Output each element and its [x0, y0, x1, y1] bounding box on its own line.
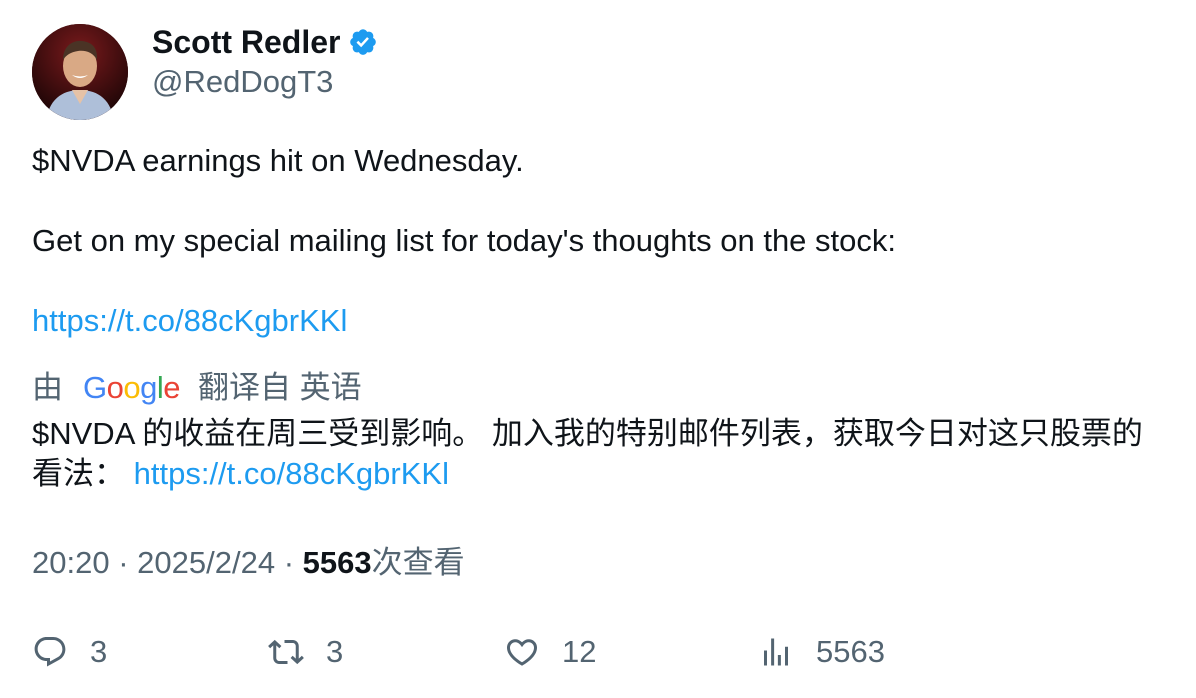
- action-bar: 3 3 12 5563: [0, 628, 1196, 678]
- verified-badge-icon: [350, 29, 377, 55]
- like-icon: [506, 639, 538, 666]
- tweet-meta: 20:20 · 2025/2/24 · 5563次查看: [32, 543, 465, 583]
- author-name[interactable]: Scott Redler: [152, 22, 378, 62]
- avatar-photo: [32, 24, 128, 120]
- tweet-time[interactable]: 20:20: [32, 545, 110, 580]
- google-logo[interactable]: Google: [83, 366, 181, 410]
- tweet-text-line-1: $NVDA earnings hit on Wednesday.: [32, 143, 524, 178]
- tweet-date[interactable]: 2025/2/24: [137, 545, 275, 580]
- translated-link[interactable]: https://t.co/88cKgbrKKl: [134, 456, 449, 491]
- reply-count: 3: [90, 634, 108, 669]
- like-button[interactable]: 12: [504, 628, 596, 676]
- repost-icon: [268, 639, 304, 665]
- translation-attribution: 由 Google 翻译自 英语: [32, 366, 362, 410]
- avatar[interactable]: [32, 24, 128, 120]
- reply-button[interactable]: 3: [32, 628, 107, 676]
- views-icon: [764, 638, 788, 666]
- views-count: 5563: [302, 545, 372, 580]
- tweet-text-line-2: Get on my special mailing list for today…: [32, 223, 897, 258]
- author-name-text[interactable]: Scott Redler: [152, 22, 340, 62]
- like-count: 12: [562, 634, 597, 669]
- views-count-action: 5563: [816, 634, 885, 669]
- views-label: 次查看: [371, 545, 465, 580]
- translated-text: $NVDA 的收益在周三受到影响。 加入我的特别邮件列表，获取今日对这只股票的看…: [32, 414, 1172, 494]
- meta-separator: ·: [283, 545, 295, 580]
- translation-suffix: 翻译自 英语: [198, 370, 362, 405]
- reply-icon: [34, 637, 66, 667]
- translation-prefix: 由: [32, 370, 63, 405]
- author-handle[interactable]: @RedDogT3: [152, 62, 333, 102]
- views-button[interactable]: 5563: [758, 628, 885, 676]
- tweet-link[interactable]: https://t.co/88cKgbrKKl: [32, 303, 347, 338]
- meta-separator: ·: [118, 545, 129, 580]
- repost-button[interactable]: 3: [268, 628, 343, 676]
- repost-count: 3: [326, 634, 344, 669]
